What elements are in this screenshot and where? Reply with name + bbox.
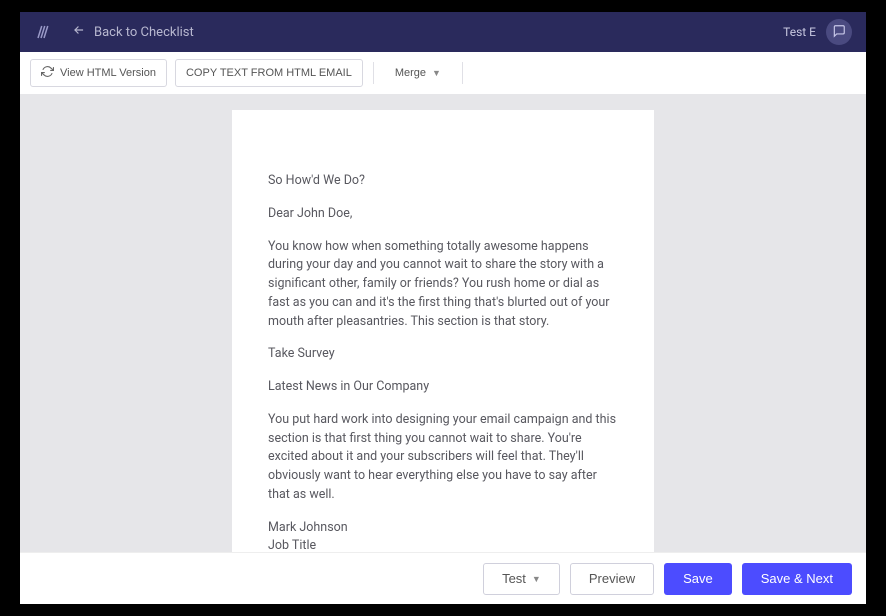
test-label: Test [502, 571, 526, 586]
editor-toolbar: View HTML Version COPY TEXT FROM HTML EM… [20, 52, 866, 94]
app-frame: Back to Checklist Test E View HTML Versi… [20, 12, 866, 604]
email-section-heading: Latest News in Our Company [268, 378, 618, 397]
save-button[interactable]: Save [664, 563, 732, 595]
preview-label: Preview [589, 571, 635, 586]
email-preview[interactable]: So How'd We Do? Dear John Doe, You know … [232, 110, 654, 552]
email-greeting: Dear John Doe, [268, 205, 618, 224]
refresh-icon [41, 65, 54, 81]
back-label: Back to Checklist [94, 25, 194, 40]
back-to-checklist-link[interactable]: Back to Checklist [72, 23, 194, 41]
signature-name: Mark Johnson [268, 519, 618, 538]
user-label: Test E [783, 25, 816, 39]
email-subject: So How'd We Do? [268, 172, 618, 191]
save-and-next-button[interactable]: Save & Next [742, 563, 852, 595]
chevron-down-icon: ▼ [432, 68, 441, 78]
email-cta: Take Survey [268, 345, 618, 364]
toolbar-divider [462, 62, 463, 84]
test-dropdown-button[interactable]: Test ▼ [483, 563, 560, 595]
copy-text-from-html-button[interactable]: COPY TEXT FROM HTML EMAIL [175, 59, 363, 87]
preview-button[interactable]: Preview [570, 563, 654, 595]
view-html-version-button[interactable]: View HTML Version [30, 59, 167, 87]
top-nav: Back to Checklist Test E [20, 12, 866, 52]
save-label: Save [683, 571, 713, 586]
toolbar-divider [373, 62, 374, 84]
chevron-down-icon: ▼ [532, 574, 541, 584]
view-html-label: View HTML Version [60, 67, 156, 79]
chat-button[interactable] [826, 19, 852, 45]
merge-dropdown[interactable]: Merge ▼ [384, 59, 452, 87]
save-next-label: Save & Next [761, 571, 833, 586]
arrow-left-icon [72, 23, 86, 41]
editor-canvas: So How'd We Do? Dear John Doe, You know … [20, 94, 866, 552]
copy-text-label: COPY TEXT FROM HTML EMAIL [186, 67, 352, 79]
chat-icon [832, 23, 846, 42]
signature-title: Job Title [268, 537, 618, 552]
app-logo [34, 22, 54, 42]
merge-label: Merge [395, 67, 426, 79]
email-body-paragraph: You put hard work into designing your em… [268, 411, 618, 505]
bottom-action-bar: Test ▼ Preview Save Save & Next [20, 552, 866, 604]
email-intro-paragraph: You know how when something totally awes… [268, 238, 618, 332]
